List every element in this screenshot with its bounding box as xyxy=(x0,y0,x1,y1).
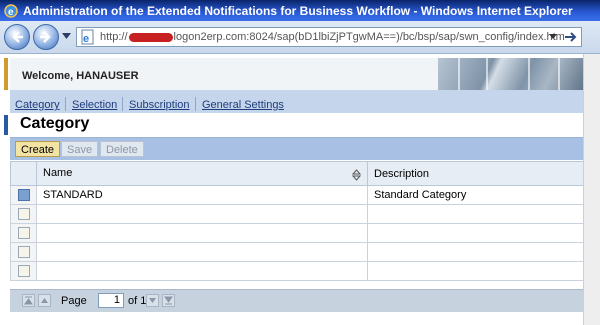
delete-button[interactable]: Delete xyxy=(100,141,144,157)
cell-name: STANDARD xyxy=(36,185,368,205)
row-checkbox[interactable] xyxy=(17,189,30,202)
page-label: Page xyxy=(61,295,87,307)
cell-description xyxy=(367,261,585,281)
first-page-button[interactable] xyxy=(22,294,35,307)
cell-description xyxy=(367,242,585,262)
last-page-button[interactable] xyxy=(162,294,175,307)
forward-button[interactable] xyxy=(33,24,59,50)
header-decoration xyxy=(438,58,584,90)
row-selector[interactable] xyxy=(10,223,37,243)
next-page-icon xyxy=(149,298,156,303)
row-selector[interactable] xyxy=(10,185,37,205)
create-button[interactable]: Create xyxy=(15,141,61,157)
cell-name xyxy=(36,242,368,262)
next-page-button[interactable] xyxy=(146,294,159,307)
row-checkbox[interactable] xyxy=(17,208,30,221)
tab-divider xyxy=(195,97,196,111)
tab-divider xyxy=(122,97,123,111)
ie-logo-icon: e xyxy=(4,3,18,18)
tab-general-settings[interactable]: General Settings xyxy=(202,99,284,111)
svg-text:e: e xyxy=(83,33,89,45)
page-content: Welcome, HANAUSER Category Selection Sub… xyxy=(0,54,585,325)
table-row[interactable] xyxy=(10,261,585,281)
svg-text:e: e xyxy=(8,7,14,18)
save-button[interactable]: Save xyxy=(61,141,99,157)
welcome-text: Welcome, HANAUSER xyxy=(22,70,139,82)
previous-page-icon xyxy=(41,298,48,303)
row-selector[interactable] xyxy=(10,261,37,281)
page-header: Welcome, HANAUSER xyxy=(4,58,584,91)
tab-selection[interactable]: Selection xyxy=(72,99,117,111)
sort-icon[interactable] xyxy=(352,168,361,181)
redacted-host xyxy=(128,32,173,42)
area-accent xyxy=(4,115,8,135)
header-accent xyxy=(4,58,8,90)
previous-page-button[interactable] xyxy=(38,294,51,307)
address-dropdown-icon[interactable] xyxy=(549,34,557,39)
url-suffix: logon2erp.com:8024/sap(bD1lbiZjPTgwMA==)… xyxy=(173,31,565,43)
address-toolbar: e http:// logon2erp.com:8024/sap(bD1lbiZj… xyxy=(0,21,600,54)
window-title: Administration of the Extended Notificat… xyxy=(23,3,573,18)
tab-subscription[interactable]: Subscription xyxy=(129,99,190,111)
row-selector[interactable] xyxy=(10,204,37,224)
row-selector[interactable] xyxy=(10,242,37,262)
row-checkbox[interactable] xyxy=(17,246,30,259)
table-header-row: Name Description xyxy=(10,161,585,186)
column-header-name[interactable]: Name xyxy=(36,161,368,186)
table-toolbar: Create Save Delete xyxy=(10,138,584,160)
select-all-header[interactable] xyxy=(10,161,37,186)
cell-description xyxy=(367,204,585,224)
tab-divider xyxy=(65,97,66,111)
area-header: Category xyxy=(4,113,584,138)
row-checkbox[interactable] xyxy=(17,227,30,240)
tab-bar: Category Selection Subscription General … xyxy=(10,90,584,113)
category-table: Name Description STANDARD Standard Categ… xyxy=(10,161,585,281)
back-button[interactable] xyxy=(4,24,30,50)
vertical-scrollbar[interactable] xyxy=(583,54,600,325)
row-checkbox[interactable] xyxy=(17,265,30,278)
page-number-input[interactable]: 1 xyxy=(98,293,124,308)
page-total-label: of 1 xyxy=(128,295,147,307)
window-titlebar: e Administration of the Extended Notific… xyxy=(0,0,600,21)
cell-description xyxy=(367,223,585,243)
last-page-icon xyxy=(164,296,173,305)
url-prefix: http:// xyxy=(100,31,128,43)
cell-name xyxy=(36,223,368,243)
address-input[interactable]: e http:// logon2erp.com:8024/sap(bD1lbiZj… xyxy=(76,27,582,47)
column-header-name-label: Name xyxy=(43,166,73,179)
first-page-icon xyxy=(24,296,33,305)
cell-name xyxy=(36,204,368,224)
cell-name xyxy=(36,261,368,281)
go-icon[interactable] xyxy=(563,29,579,45)
area-title: Category xyxy=(20,115,90,132)
column-header-description[interactable]: Description xyxy=(367,161,585,186)
cell-description: Standard Category xyxy=(367,185,585,205)
history-dropdown-icon[interactable] xyxy=(62,33,71,39)
table-row[interactable]: STANDARD Standard Category xyxy=(10,185,585,205)
table-pager: Page 1 of 1 xyxy=(10,289,584,312)
table-row[interactable] xyxy=(10,242,585,262)
forward-icon xyxy=(40,31,51,43)
page-icon: e xyxy=(81,29,94,45)
table-row[interactable] xyxy=(10,223,585,243)
tab-category[interactable]: Category xyxy=(15,99,60,111)
back-icon xyxy=(12,31,23,43)
table-row[interactable] xyxy=(10,204,585,224)
